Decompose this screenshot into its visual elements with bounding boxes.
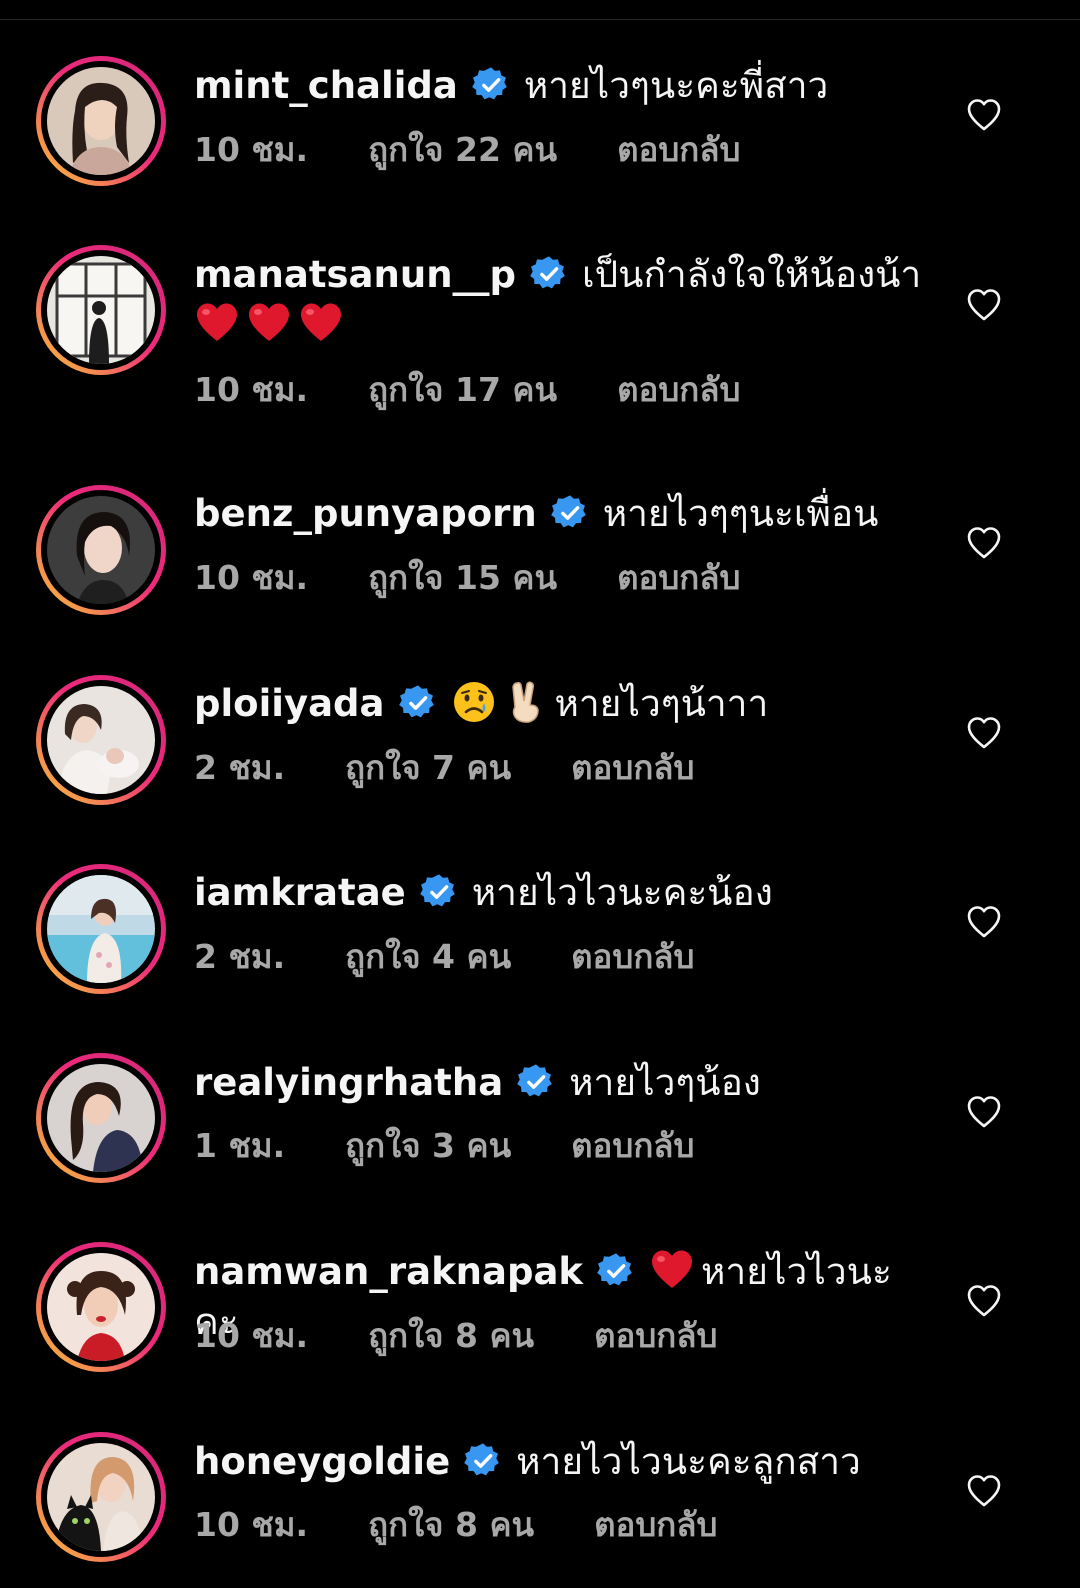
red-heart-emoji-icon: [249, 303, 289, 341]
comment-text: หายไวๆๆนะเพื่อน: [602, 492, 879, 535]
comment-body: iamkratae หายไวไวนะคะน้อง: [194, 868, 934, 918]
avatar[interactable]: [36, 245, 166, 375]
heart-outline-icon[interactable]: [966, 1284, 1002, 1318]
avatar-image: [47, 1064, 155, 1172]
crying-face-emoji-icon: [453, 682, 494, 722]
comment-text: เป็นกำลังใจให้น้องน้า: [582, 253, 922, 296]
verified-badge-icon: [517, 1064, 552, 1097]
comment-likes[interactable]: ถูกใจ 22 คน: [368, 128, 557, 172]
top-divider: [0, 19, 1080, 20]
avatar-image: [47, 67, 155, 175]
heart-outline-icon[interactable]: [966, 98, 1002, 132]
comment-body: manatsanun__p เป็นกำลังใจให้น้องน้า: [194, 250, 934, 350]
comment-meta: 2 ชม. ถูกใจ 7 คน ตอบกลับ: [194, 746, 694, 790]
heart-outline-icon[interactable]: [966, 526, 1002, 560]
heart-outline-icon[interactable]: [966, 288, 1002, 322]
comment-body: ploiiyada หายไวๆน้าาา: [194, 679, 934, 729]
comment-time: 1 ชม.: [194, 1126, 286, 1165]
verified-badge-icon: [464, 1443, 499, 1476]
comment-username[interactable]: iamkratae: [194, 871, 406, 914]
comment-likes[interactable]: ถูกใจ 3 คน: [345, 1124, 511, 1168]
comment-username[interactable]: mint_chalida: [194, 64, 458, 107]
comment-time: 2 ชม.: [194, 937, 286, 976]
reply-button[interactable]: ตอบกลับ: [594, 1314, 717, 1358]
heart-outline-icon[interactable]: [966, 1474, 1002, 1508]
comment-meta: 10 ชม. ถูกใจ 8 คน ตอบกลับ: [194, 1503, 717, 1547]
comment-time: 10 ชม.: [194, 1316, 309, 1355]
comment-username[interactable]: namwan_raknapak: [194, 1250, 583, 1293]
comment-username[interactable]: benz_punyaporn: [194, 492, 537, 535]
comment-text: หายไวไวนะคะน้อง: [471, 871, 773, 914]
comment-username[interactable]: honeygoldie: [194, 1440, 450, 1483]
reply-button[interactable]: ตอบกลับ: [617, 128, 740, 172]
comment-body: benz_punyaporn หายไวๆๆนะเพื่อน: [194, 489, 934, 539]
comment-text: หายไวไวนะคะลูกสาว: [516, 1440, 861, 1483]
comment-time: 2 ชม.: [194, 748, 286, 787]
comment-time: 10 ชม.: [194, 1505, 309, 1544]
comment-meta: 10 ชม. ถูกใจ 15 คน ตอบกลับ: [194, 556, 740, 600]
avatar[interactable]: [36, 1242, 166, 1372]
avatar[interactable]: [36, 1432, 166, 1562]
avatar[interactable]: [36, 1053, 166, 1183]
comment-time: 10 ชม.: [194, 130, 309, 169]
comment-body: mint_chalida หายไวๆนะคะพี่สาว: [194, 61, 934, 111]
reply-button[interactable]: ตอบกลับ: [617, 556, 740, 600]
verified-badge-icon: [398, 685, 434, 718]
comment-text: หายไวๆน้าาา: [554, 682, 769, 725]
avatar[interactable]: [36, 864, 166, 994]
reply-button[interactable]: ตอบกลับ: [571, 935, 694, 979]
comment-meta: 10 ชม. ถูกใจ 17 คน ตอบกลับ: [194, 368, 740, 412]
comment-text: หายไวๆนะคะพี่สาว: [523, 64, 829, 107]
reply-button[interactable]: ตอบกลับ: [571, 1124, 694, 1168]
verified-badge-icon: [419, 874, 455, 907]
comment-likes[interactable]: ถูกใจ 17 คน: [368, 368, 557, 412]
comment-time: 10 ชม.: [194, 370, 309, 409]
avatar[interactable]: [36, 675, 166, 805]
heart-outline-icon[interactable]: [966, 1095, 1002, 1129]
comment-username[interactable]: manatsanun__p: [194, 253, 516, 296]
verified-badge-icon: [597, 1253, 632, 1286]
avatar[interactable]: [36, 485, 166, 615]
red-heart-emoji-icon: [301, 303, 341, 341]
comment-text: หายไวๆน้อง: [569, 1061, 761, 1104]
red-heart-emoji-icon: [197, 303, 237, 341]
comment-likes[interactable]: ถูกใจ 4 คน: [345, 935, 511, 979]
comment-time: 10 ชม.: [194, 558, 309, 597]
verified-badge-icon: [472, 67, 507, 100]
comment-meta: 10 ชม. ถูกใจ 8 คน ตอบกลับ: [194, 1314, 717, 1358]
comment-likes[interactable]: ถูกใจ 8 คน: [368, 1503, 534, 1547]
comment-username[interactable]: realyingrhatha: [194, 1061, 503, 1104]
reply-button[interactable]: ตอบกลับ: [617, 368, 740, 412]
comment-username[interactable]: ploiiyada: [194, 682, 385, 725]
heart-outline-icon[interactable]: [966, 716, 1002, 750]
avatar-image: [47, 496, 155, 604]
avatar-image: [47, 1253, 155, 1361]
comment-body: realyingrhatha หายไวๆน้อง: [194, 1058, 934, 1108]
red-heart-emoji-icon: [652, 1250, 693, 1288]
comment-meta: 10 ชม. ถูกใจ 22 คน ตอบกลับ: [194, 128, 740, 172]
avatar[interactable]: [36, 56, 166, 186]
heart-outline-icon[interactable]: [966, 905, 1002, 939]
victory-hand-emoji-icon: [511, 681, 539, 723]
comment-body: honeygoldie หายไวไวนะคะลูกสาว: [194, 1437, 934, 1487]
comment-likes[interactable]: ถูกใจ 8 คน: [368, 1314, 534, 1358]
avatar-image: [47, 686, 155, 794]
avatar-image: [47, 1443, 155, 1551]
comment-likes[interactable]: ถูกใจ 7 คน: [345, 746, 511, 790]
comment-likes[interactable]: ถูกใจ 15 คน: [368, 556, 557, 600]
verified-badge-icon: [550, 495, 586, 528]
avatar-image: [47, 256, 155, 364]
reply-button[interactable]: ตอบกลับ: [571, 746, 694, 790]
comment-meta: 2 ชม. ถูกใจ 4 คน ตอบกลับ: [194, 935, 694, 979]
reply-button[interactable]: ตอบกลับ: [594, 1503, 717, 1547]
verified-badge-icon: [530, 256, 565, 289]
avatar-image: [47, 875, 155, 983]
comment-meta: 1 ชม. ถูกใจ 3 คน ตอบกลับ: [194, 1124, 694, 1168]
